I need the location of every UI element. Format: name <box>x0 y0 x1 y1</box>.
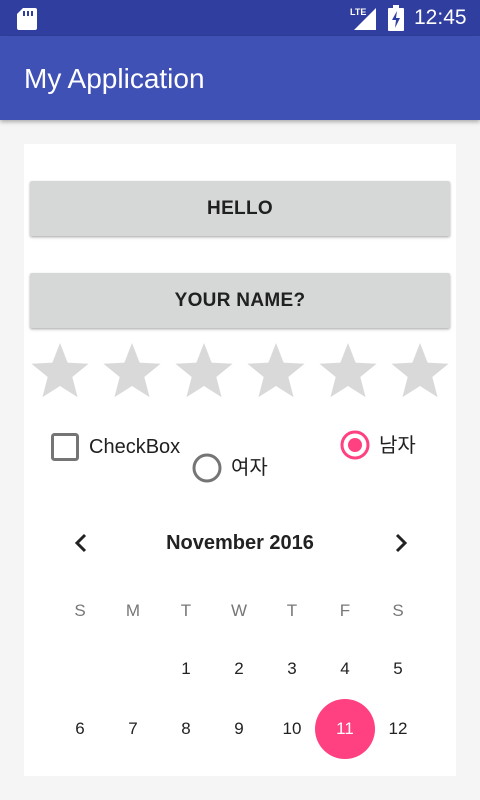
radio-female-label[interactable]: 여자 <box>231 454 268 482</box>
star-icon[interactable] <box>100 341 164 405</box>
calendar-day[interactable]: 5 <box>378 659 418 679</box>
app-bar: My Application <box>0 36 480 120</box>
star-icon[interactable] <box>172 341 236 405</box>
weekday-label: M <box>125 601 141 620</box>
rating-bar[interactable] <box>28 341 460 405</box>
star-icon[interactable] <box>316 341 380 405</box>
hello-button[interactable]: HELLO <box>30 181 450 236</box>
sd-card-icon <box>17 8 37 30</box>
star-icon[interactable] <box>244 341 308 405</box>
battery-charging-icon <box>388 5 404 31</box>
svg-text:LTE: LTE <box>350 7 366 17</box>
calendar-day[interactable]: 7 <box>113 719 153 739</box>
calendar-day[interactable]: 12 <box>378 719 418 739</box>
clock: 12:45 <box>414 6 467 29</box>
calendar-day[interactable]: 3 <box>272 659 312 679</box>
radio-male-label[interactable]: 남자 <box>379 432 416 460</box>
app-title: My Application <box>24 63 205 94</box>
calendar-day[interactable]: 4 <box>325 659 365 679</box>
weekday-label: F <box>339 601 351 620</box>
checkbox[interactable] <box>51 433 79 461</box>
weekday-label: T <box>180 601 192 620</box>
chevron-right-icon[interactable] <box>386 529 414 557</box>
radio-male[interactable] <box>339 429 371 461</box>
weekday-label: S <box>74 601 86 620</box>
weekday-label: W <box>230 601 248 620</box>
calendar-month-label: November 2016 <box>166 532 314 554</box>
calendar-day[interactable]: 6 <box>60 719 100 739</box>
checkbox-label[interactable]: CheckBox <box>89 434 180 460</box>
weekday-label: S <box>392 601 404 620</box>
calendar-day[interactable]: 8 <box>166 719 206 739</box>
star-icon[interactable] <box>388 341 452 405</box>
calendar-day-selected[interactable]: 11 <box>325 719 365 739</box>
chevron-left-icon[interactable] <box>68 529 96 557</box>
status-bar: LTE 12:45 <box>0 0 480 36</box>
calendar-day[interactable]: 2 <box>219 659 259 679</box>
calendar-day[interactable]: 10 <box>272 719 312 739</box>
your-name-button[interactable]: YOUR NAME? <box>30 273 450 328</box>
star-icon[interactable] <box>28 341 92 405</box>
calendar-day[interactable]: 9 <box>219 719 259 739</box>
calendar-day[interactable]: 1 <box>166 659 206 679</box>
content-card: HELLO YOUR NAME? CheckBox 여자 남자 November… <box>24 144 456 776</box>
weekday-label: T <box>286 601 298 620</box>
radio-female[interactable] <box>191 452 223 484</box>
signal-icon: LTE <box>350 7 376 30</box>
